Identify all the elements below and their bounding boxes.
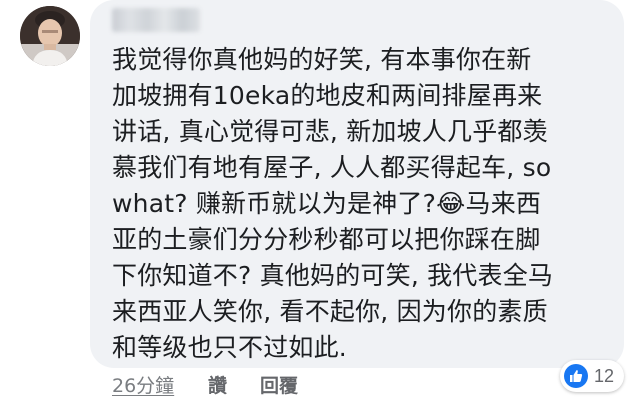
comment-text-line: 我觉得你真他妈的好笑, 有本事你在新 <box>112 45 532 74</box>
commenter-avatar[interactable] <box>20 6 80 66</box>
comment-text-line: 慕我们有地有屋子, 人人都买得起车, so <box>112 153 552 182</box>
comment-text-line: 下你知道不? 真他妈的可笑, 我代表全马 <box>112 261 554 290</box>
comment-text-line: 亚的土豪们分分秒秒都可以把你踩在脚 <box>112 225 541 254</box>
comment-text-line: 和等级也只不过如此. <box>112 333 347 362</box>
comment-text-line: 讲话, 真心觉得可悲, 新加坡人几乎都羡 <box>112 117 548 146</box>
comment-text-line: 加坡拥有10eka的地皮和两间排屋再来 <box>112 81 543 110</box>
reaction-count: 12 <box>594 365 615 386</box>
comment-text-line: 来西亚人笑你, 看不起你, 因为你的素质 <box>112 297 548 326</box>
comment-timestamp-link[interactable]: 26分鐘 <box>112 372 174 400</box>
reply-button[interactable]: 回覆 <box>260 372 298 400</box>
commenter-name-blurred[interactable] <box>112 8 200 32</box>
avatar-photo <box>20 6 80 66</box>
reaction-summary[interactable]: 12 <box>560 360 625 392</box>
like-button[interactable]: 讚 <box>208 372 227 400</box>
like-icon <box>564 364 588 388</box>
comment-text-line: what? 赚新币就以为是神了?😂马来西 <box>112 189 542 218</box>
